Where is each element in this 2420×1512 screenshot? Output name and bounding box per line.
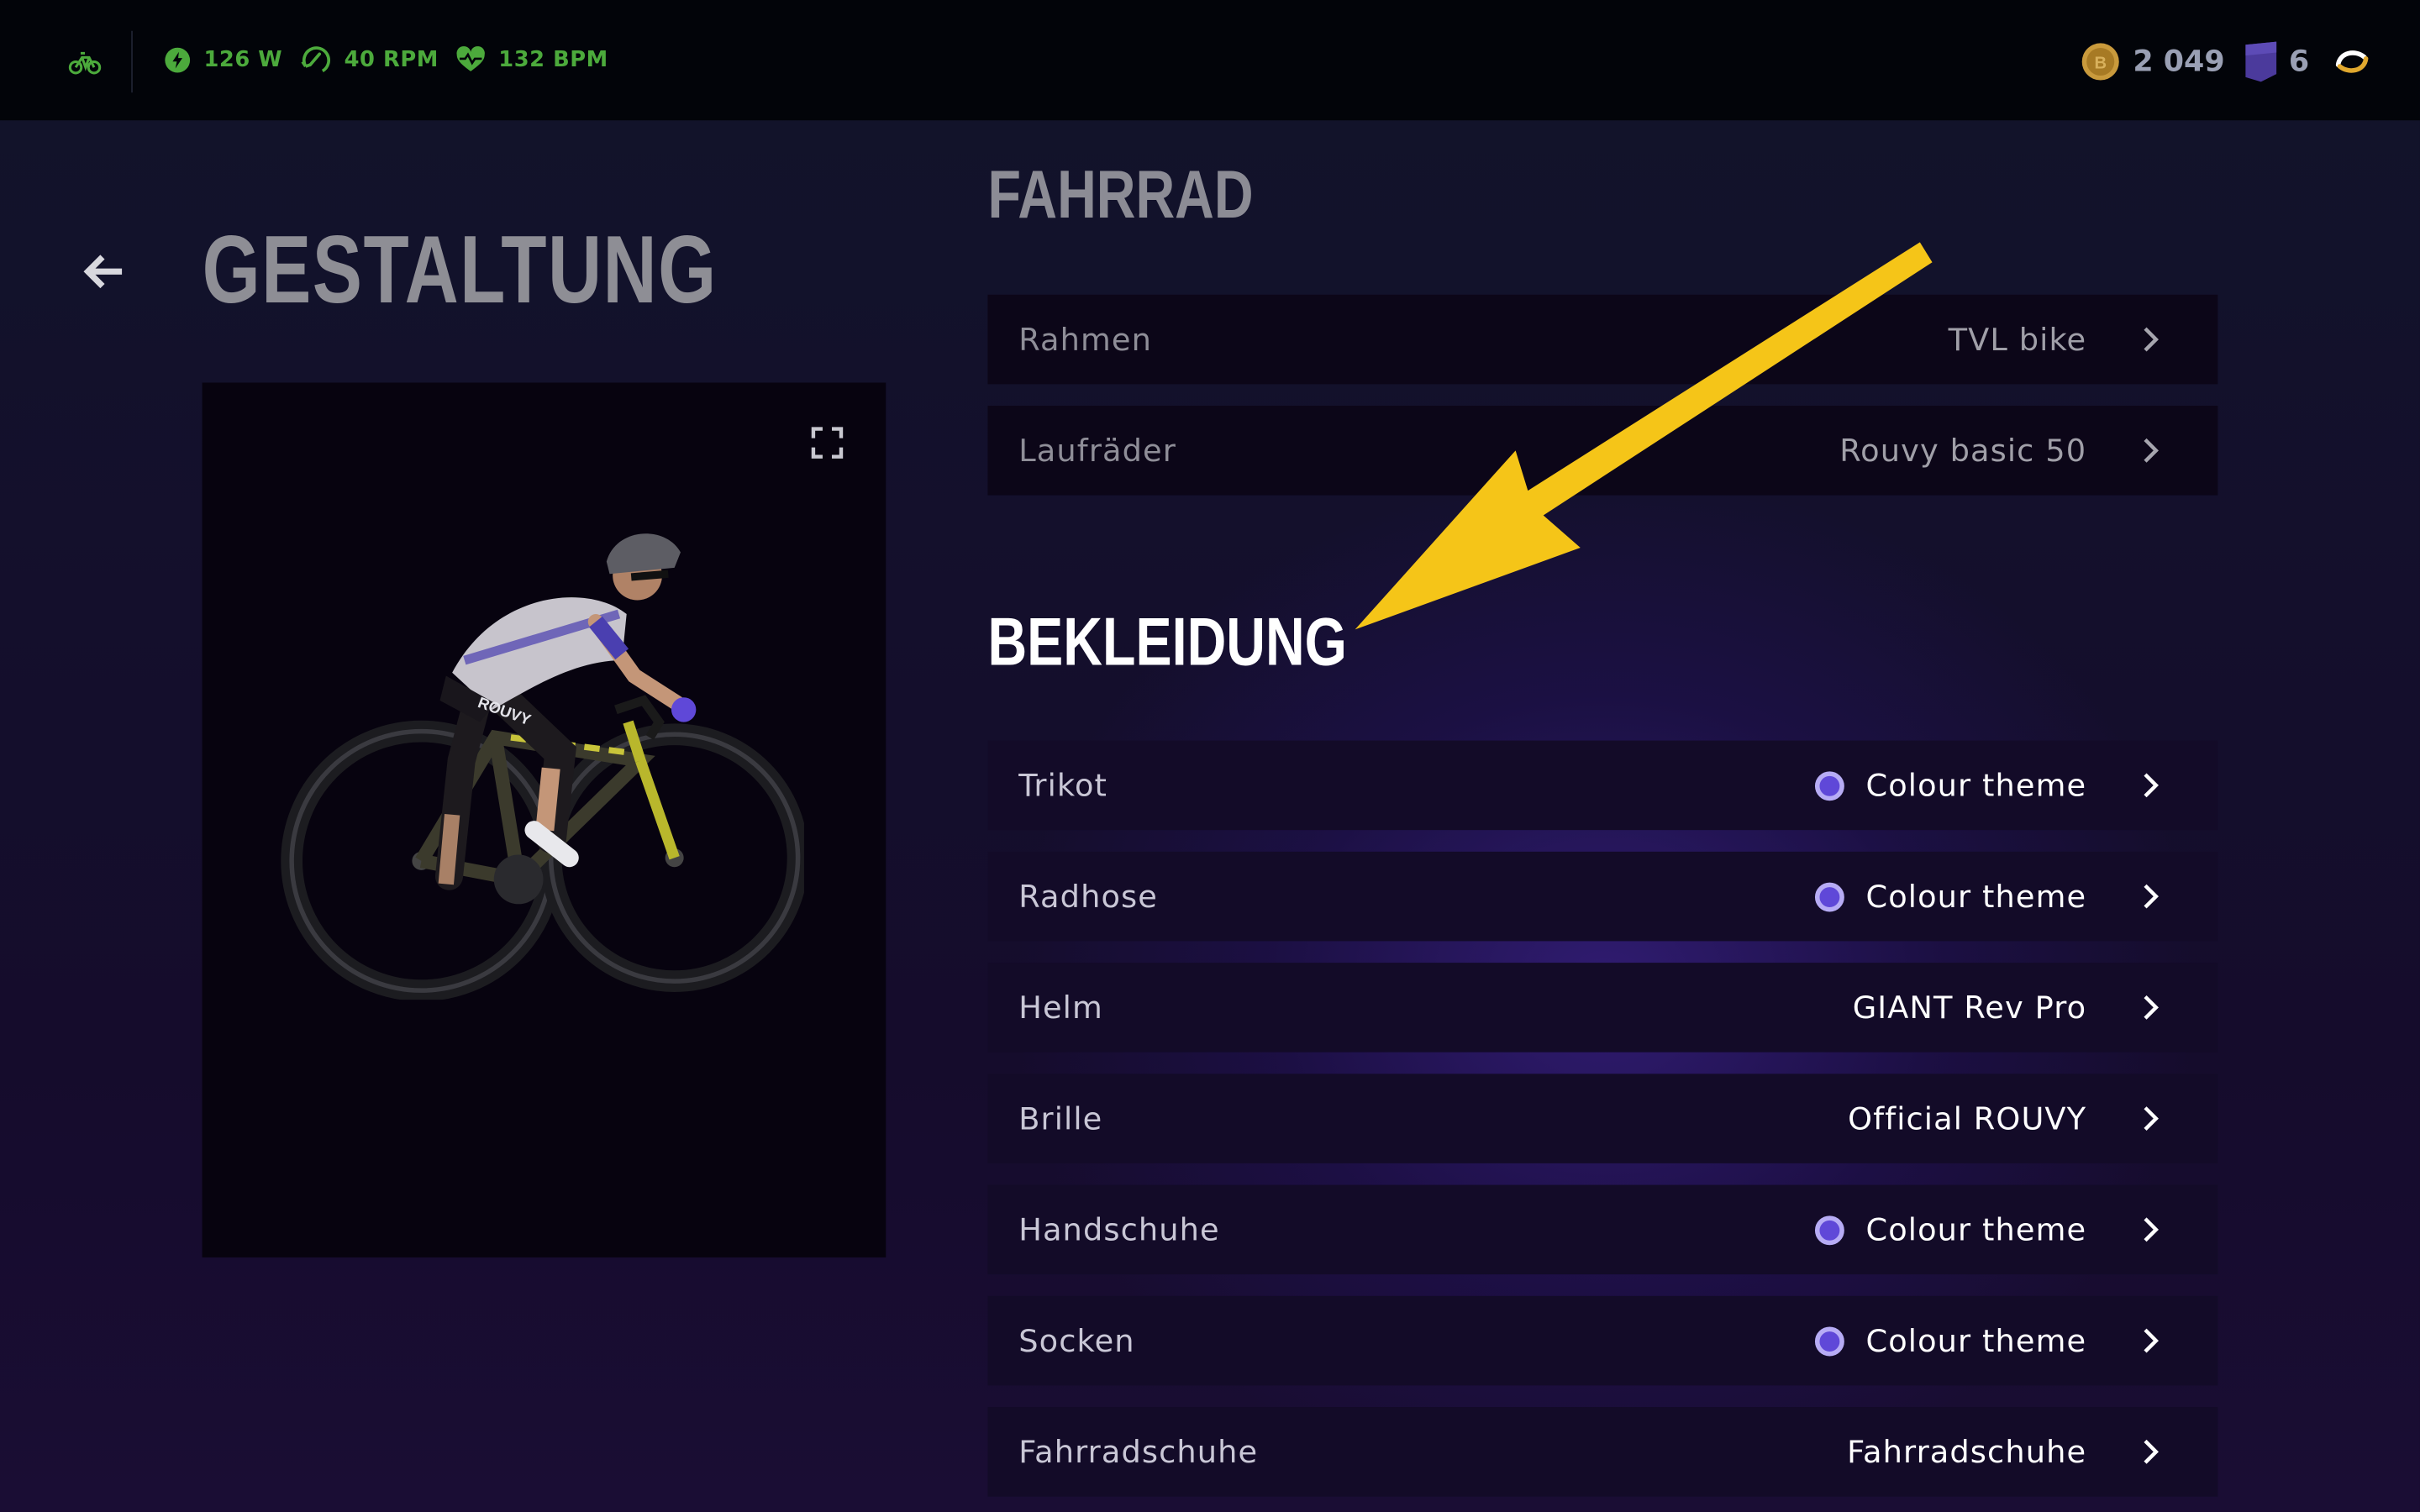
row-value: GIANT Rev Pro (1852, 989, 2087, 1026)
svg-text:B: B (2094, 55, 2107, 73)
row-label: Socken (1018, 1322, 1135, 1360)
row-helm[interactable]: Helm GIANT Rev Pro (987, 963, 2218, 1053)
section-title-fahrrad: FAHRRAD (987, 157, 1254, 234)
heart-rate-value: 132 BPM (498, 47, 608, 73)
section-title-bekleidung: BEKLEIDUNG (987, 604, 1347, 680)
back-arrow-icon[interactable] (77, 247, 127, 297)
row-socken[interactable]: Socken Colour theme (987, 1295, 2218, 1386)
chevron-right-icon (2144, 884, 2159, 909)
badge-display[interactable]: 6 (2243, 37, 2309, 87)
cadence-icon (301, 46, 331, 73)
row-value: Fahrradschuhe (1847, 1433, 2087, 1471)
row-handschuhe[interactable]: Handschuhe Colour theme (987, 1184, 2218, 1275)
chevron-right-icon (2144, 773, 2159, 798)
row-fahrradschuhe[interactable]: Fahrradschuhe Fahrradschuhe (987, 1407, 2218, 1497)
row-value: TVL bike (1948, 321, 2087, 359)
coin-count: 2 049 (2133, 45, 2225, 79)
row-label: Helm (1018, 989, 1103, 1026)
heart-rate-metric: 132 BPM (455, 43, 608, 76)
colour-swatch (1814, 1215, 1844, 1245)
row-rahmen[interactable]: Rahmen TVL bike (987, 294, 2218, 385)
row-label: Handschuhe (1018, 1210, 1220, 1248)
row-value: Official ROUVY (1848, 1100, 2087, 1137)
heart-rate-icon (456, 46, 485, 71)
rouvy-logo[interactable] (2333, 37, 2370, 87)
row-value: Colour theme (1814, 1322, 2086, 1359)
chevron-right-icon (2144, 327, 2159, 352)
row-value: Colour theme (1814, 878, 2086, 915)
colour-swatch (1814, 881, 1844, 911)
row-radhose[interactable]: Radhose Colour theme (987, 851, 2218, 942)
row-label: Fahrradschuhe (1018, 1433, 1259, 1471)
bike-icon (68, 51, 102, 75)
app-stage: 126 W 40 RPM 132 BPM B 2 049 6 GESTALTUN… (0, 0, 2420, 1512)
row-label: Radhose (1018, 878, 1158, 916)
power-value: 126 W (203, 47, 283, 73)
row-value: Colour theme (1814, 767, 2086, 804)
row-trikot[interactable]: Trikot Colour theme (987, 740, 2218, 831)
page-title: GESTALTUNG (202, 217, 718, 324)
rouvy-logo-icon (2335, 50, 2369, 73)
row-value: Colour theme (1814, 1211, 2086, 1248)
top-bar: 126 W 40 RPM 132 BPM B 2 049 6 (0, 0, 2420, 121)
row-laufraeder[interactable]: Laufräder Rouvy basic 50 (987, 406, 2218, 496)
colour-swatch (1814, 770, 1844, 801)
cadence-value: 40 RPM (344, 47, 439, 73)
row-value: Rouvy basic 50 (1839, 432, 2087, 470)
coins-display[interactable]: B 2 049 (2081, 37, 2225, 87)
row-brille[interactable]: Brille Official ROUVY (987, 1074, 2218, 1163)
power-metric: 126 W (164, 43, 283, 76)
topbar-divider (131, 30, 133, 93)
shield-badge-icon (2245, 41, 2277, 82)
chevron-right-icon (2144, 1328, 2159, 1353)
row-label: Trikot (1018, 766, 1108, 804)
cyclist-3d-image: ROUVY (281, 533, 804, 1000)
avatar-preview[interactable]: ROUVY (202, 382, 886, 1257)
coin-icon: B (2081, 43, 2119, 81)
fullscreen-icon[interactable] (810, 426, 844, 459)
power-icon (165, 47, 191, 73)
chevron-right-icon (2144, 1217, 2159, 1242)
cadence-metric: 40 RPM (301, 43, 439, 76)
chevron-right-icon (2144, 1106, 2159, 1131)
badge-count: 6 (2288, 45, 2310, 79)
row-label: Rahmen (1018, 321, 1153, 359)
row-label: Laufräder (1018, 432, 1176, 470)
chevron-right-icon (2144, 438, 2159, 463)
chevron-right-icon (2144, 1439, 2159, 1464)
bike-status (68, 43, 102, 80)
colour-swatch (1814, 1326, 1844, 1356)
row-label: Brille (1018, 1100, 1103, 1137)
chevron-right-icon (2144, 995, 2159, 1020)
